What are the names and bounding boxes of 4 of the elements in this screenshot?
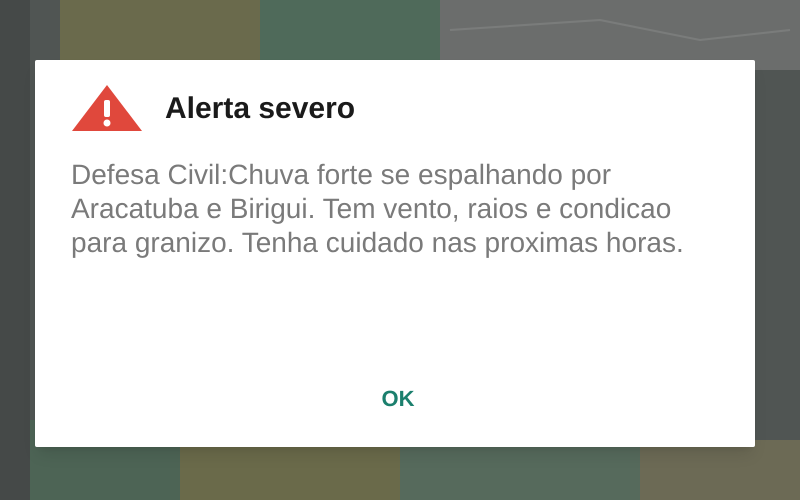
dialog-title: Alerta severo bbox=[165, 90, 356, 126]
ok-button[interactable]: OK bbox=[366, 374, 430, 423]
warning-icon bbox=[71, 84, 143, 132]
alert-message: Defesa Civil:Chuva forte se espalhando por Aracatuba e Birigui. Tem vento, raios e condicao para granizo. Tenha cuidado nas proximas horas. bbox=[71, 158, 685, 260]
